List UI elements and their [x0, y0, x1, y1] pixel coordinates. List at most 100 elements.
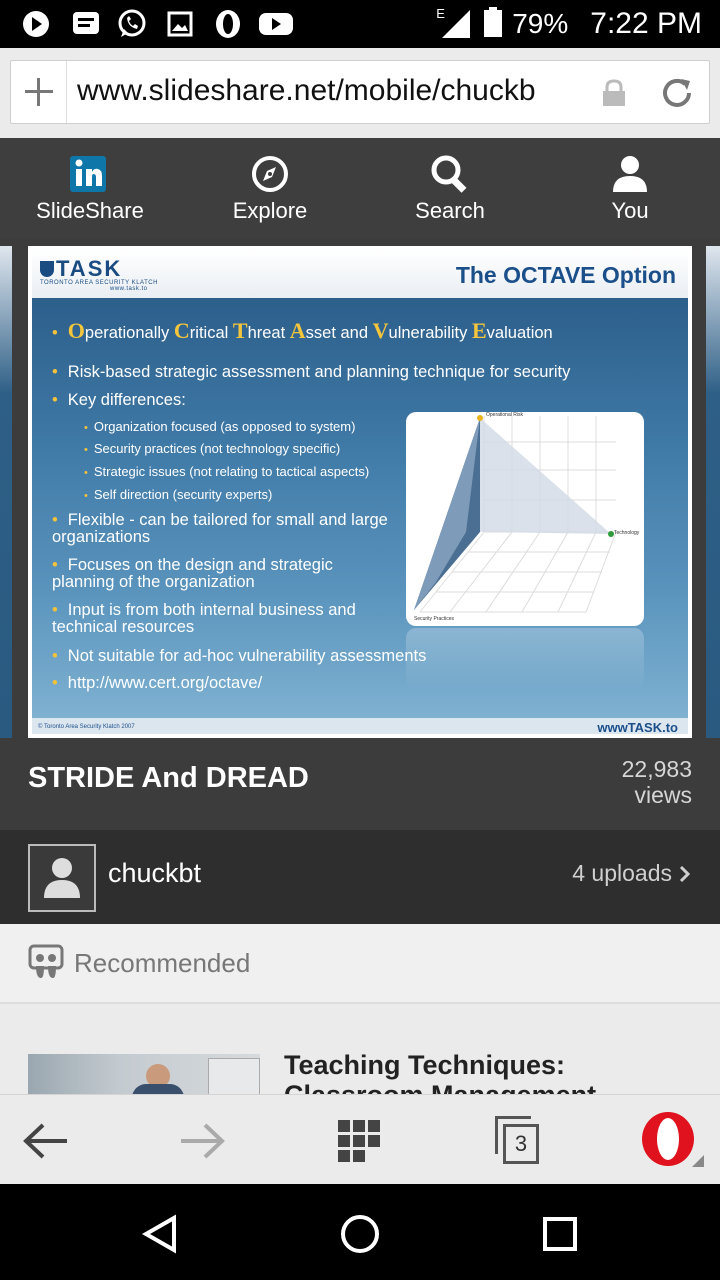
- search-icon: [429, 154, 471, 194]
- acronym-word-4: ulnerability: [388, 324, 472, 342]
- slide-footer: © Toronto Area Security Klatch 2007 wwwT…: [32, 718, 688, 735]
- nav-search-label: Search: [415, 198, 485, 223]
- slide-bullet: • Flexible - can be tailored for small an…: [52, 511, 388, 546]
- battery-percent: 79%: [512, 8, 569, 39]
- nav-explore-label: Explore: [232, 198, 308, 223]
- bullet-text: Focuses on the design and strategic plan…: [52, 556, 333, 591]
- slide-title: The OCTAVE Option: [455, 262, 676, 288]
- clock: 7:22 PM: [590, 7, 702, 40]
- task-logo-subtitle: TORONTO AREA SECURITY KLATCH www.task.to: [40, 280, 158, 292]
- bullet-text: http://www.cert.org/octave/: [67, 674, 263, 692]
- tabs-button[interactable]: 3: [492, 1113, 542, 1169]
- status-bar: E 79% 7:22 PM: [0, 0, 720, 48]
- current-slide[interactable]: TASK TORONTO AREA SECURITY KLATCH www.ta…: [28, 246, 692, 738]
- slide-body: • Operationally Critical Threat Asset and…: [32, 298, 688, 718]
- arrow-left-icon: [23, 1123, 67, 1159]
- slide-footer-url: wwwTASK.to: [597, 720, 678, 735]
- acronym-capital-2: T: [232, 318, 248, 343]
- plus-icon: [24, 78, 53, 106]
- android-home-button[interactable]: [334, 1208, 386, 1260]
- bullet-text: Input is from both internal business and…: [52, 601, 356, 636]
- user-icon: [611, 154, 649, 194]
- recommended-label: Recommended: [74, 948, 251, 978]
- recommended-thumbnail[interactable]: [28, 1054, 260, 1094]
- square-recents-icon: [543, 1217, 577, 1251]
- chart-reflection: [406, 628, 644, 688]
- slide-sub-bullet: • Security practices (not technology spec…: [84, 441, 341, 456]
- task-logo-url: www.task.to: [110, 286, 148, 292]
- chevron-right-icon: [679, 865, 691, 882]
- slide-header: TASK TORONTO AREA SECURITY KLATCH www.ta…: [32, 250, 688, 298]
- opera-menu-button[interactable]: [640, 1112, 704, 1169]
- back-button[interactable]: [18, 1113, 74, 1169]
- compass-icon: [250, 154, 290, 194]
- browser-toolbar: 3: [0, 1094, 720, 1184]
- reload-button[interactable]: [657, 73, 697, 118]
- author-name[interactable]: chuckbt: [108, 858, 201, 889]
- acronym-word-5: valuation: [486, 324, 553, 342]
- speed-dial-button[interactable]: [334, 1113, 384, 1169]
- acronym-word-2: hreat: [247, 324, 290, 342]
- acronym-word-3: sset and: [305, 324, 373, 342]
- slide-bullet: • Focuses on the design and strategic pla…: [52, 556, 333, 591]
- acronym-line: Operationally Critical Threat Asset and …: [68, 320, 553, 342]
- nav-search[interactable]: Search: [360, 138, 540, 238]
- bullet-text: Not suitable for ad-hoc vulnerability as…: [67, 647, 427, 665]
- previous-slide-peek[interactable]: [0, 246, 12, 738]
- slide-sub-bullet: • Self direction (security experts): [84, 487, 273, 502]
- acronym-capital-1: C: [173, 318, 190, 343]
- bullet-text: Key differences:: [67, 391, 186, 409]
- acronym-capital-5: E: [471, 318, 487, 343]
- slide-sub-bullet: • Strategic issues (not relating to tacti…: [84, 464, 370, 479]
- document-info: STRIDE And DREAD 22,983 views: [0, 738, 720, 830]
- octave-3d-chart: Operational Risk Technology Security Pra…: [406, 412, 644, 626]
- slide-bullet: • http://www.cert.org/octave/: [52, 674, 263, 692]
- thumb-whiteboard: [208, 1058, 260, 1094]
- recommended-header: Recommended: [0, 924, 720, 1004]
- slide-bullet-acronym: • Operationally Critical Threat Asset and…: [52, 318, 553, 343]
- gallery-icon: [166, 10, 194, 38]
- slide-bullet: • Not suitable for ad-hoc vulnerability a…: [52, 647, 427, 665]
- author-bar[interactable]: chuckbt 4 uploads: [0, 830, 720, 924]
- nav-explore[interactable]: Explore: [180, 138, 360, 238]
- android-back-button[interactable]: [134, 1208, 186, 1260]
- tab-count: 3: [503, 1124, 539, 1164]
- youtube-icon: [258, 10, 294, 38]
- slide-viewer[interactable]: TASK TORONTO AREA SECURITY KLATCH www.ta…: [0, 238, 720, 738]
- recommended-list: Teaching Techniques: Classroom Managemen…: [0, 1004, 720, 1094]
- opera-logo-icon: [642, 1112, 704, 1167]
- opera-status-icon: [212, 10, 244, 38]
- slideshare-nav: SlideShare Explore Search You: [0, 138, 720, 238]
- message-icon: [70, 10, 102, 38]
- signal-icon: E: [436, 6, 472, 40]
- recommended-title[interactable]: Teaching Techniques: Classroom Managemen…: [284, 1050, 704, 1094]
- views-count: 22,983: [621, 756, 692, 782]
- new-tab-button[interactable]: [11, 61, 67, 123]
- forward-button[interactable]: [174, 1113, 230, 1169]
- status-right: E 79% 7:22 PM: [436, 6, 702, 42]
- nav-you[interactable]: You: [540, 138, 720, 238]
- avatar[interactable]: [28, 844, 96, 912]
- chart-label-top: Operational Risk: [486, 412, 523, 418]
- url-text[interactable]: www.slideshare.net/mobile/chuckb: [77, 74, 597, 112]
- acronym-word-0: perationally: [84, 324, 174, 342]
- uploads-link[interactable]: 4 uploads: [572, 860, 692, 887]
- tabs-icon: 3: [493, 1116, 541, 1166]
- next-slide-peek[interactable]: [706, 246, 720, 738]
- circle-home-icon: [341, 1215, 379, 1253]
- nav-you-label: You: [611, 198, 649, 223]
- lock-icon: [601, 79, 627, 112]
- screen: E 79% 7:22 PM www.slideshare.net/mobile/…: [0, 0, 720, 1280]
- uploads-text: 4 uploads: [572, 860, 672, 886]
- sub-bullet-text: Strategic issues (not relating to tactic…: [93, 464, 370, 479]
- address-field[interactable]: www.slideshare.net/mobile/chuckb: [10, 60, 710, 124]
- browser-url-bar: www.slideshare.net/mobile/chuckb: [0, 48, 720, 138]
- nav-slideshare-label: SlideShare: [36, 198, 144, 223]
- acronym-word-1: ritical: [189, 324, 233, 342]
- slide-bullet: • Key differences:: [52, 391, 186, 409]
- acronym-capital-3: A: [289, 318, 306, 343]
- shield-logo-icon: [40, 261, 54, 277]
- slide-bullet: • Risk-based strategic assessment and pla…: [52, 363, 571, 381]
- nav-slideshare[interactable]: SlideShare: [0, 138, 180, 238]
- android-recents-button[interactable]: [534, 1208, 586, 1260]
